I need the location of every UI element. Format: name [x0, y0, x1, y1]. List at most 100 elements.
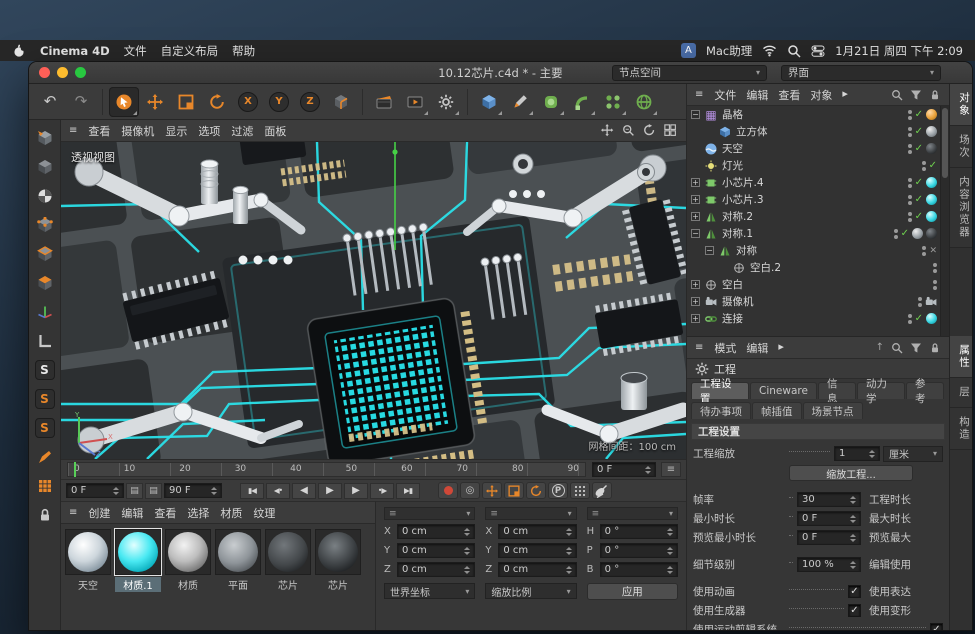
viewport-menu-3[interactable]: 选项 [198, 123, 220, 139]
brush-tool-button[interactable] [32, 444, 58, 469]
tab-待办事项[interactable]: 待办事项 [691, 402, 751, 419]
searchsm-icon[interactable] [891, 342, 903, 354]
material-thumbnail[interactable] [115, 529, 161, 575]
material-item[interactable]: 材质.1 [115, 529, 161, 592]
visibility-dots[interactable] [908, 178, 912, 188]
polygons-mode-button[interactable] [32, 270, 58, 295]
checkbox[interactable]: ✓ [930, 623, 943, 631]
key-pla-toggle[interactable] [570, 482, 590, 499]
value-field[interactable]: 0 F [797, 530, 861, 545]
visibility-dots[interactable] [894, 229, 898, 239]
pan-view-icon[interactable] [601, 124, 615, 138]
coordinate-field[interactable]: 0 cm [397, 524, 475, 539]
visibility-dots[interactable] [908, 144, 912, 154]
visibility-dots[interactable] [922, 161, 926, 171]
object-name[interactable]: 对称.1 [722, 226, 753, 241]
app-menu[interactable]: Cinema 4D [40, 44, 110, 58]
am-menu-1[interactable]: 编辑 [746, 340, 768, 356]
visibility-dots[interactable] [922, 246, 926, 256]
axis-lock-y-toggle[interactable]: Y [264, 87, 294, 117]
snap-modes-button[interactable]: S [32, 386, 58, 411]
expand-toggle[interactable]: + [691, 195, 700, 204]
camera-tag-icon[interactable] [925, 296, 937, 308]
tree-row[interactable]: +灯光✓ [687, 157, 940, 174]
spotlight-search-icon[interactable] [787, 44, 801, 58]
tree-row[interactable]: −▦晶格✓ [687, 106, 940, 123]
next-frame-button[interactable]: ▶ [344, 483, 368, 499]
key-parameter-toggle[interactable]: P [548, 482, 568, 499]
material-tag[interactable] [926, 126, 937, 137]
add-scene-object-button[interactable] [598, 87, 628, 117]
apply-button[interactable]: 应用 [587, 583, 678, 600]
rotate-view-icon[interactable] [643, 124, 657, 138]
texture-mode-button[interactable] [32, 183, 58, 208]
material-item[interactable]: 芯片 [265, 529, 311, 592]
playhead[interactable] [74, 462, 76, 477]
panel-tab-场次[interactable]: 场次 [950, 126, 972, 168]
tree-row[interactable]: +连接✓ [687, 310, 940, 327]
expand-toggle[interactable]: − [691, 229, 700, 238]
menu-item-1[interactable]: 自定义布局 [161, 43, 219, 59]
object-name[interactable]: 天空 [722, 141, 743, 156]
rotate-tool[interactable] [202, 87, 232, 117]
material-item[interactable]: 平面 [215, 529, 261, 592]
close-window-button[interactable] [39, 67, 50, 78]
material-menu-0[interactable]: 创建 [88, 505, 110, 521]
enabled-check-icon[interactable]: ✓ [915, 143, 923, 154]
section-header[interactable]: 工程设置 [691, 423, 945, 440]
enabled-check-icon[interactable]: ✓ [915, 177, 923, 188]
material-tag[interactable] [912, 228, 923, 239]
object-manager-scrollbar[interactable] [940, 106, 949, 336]
tab-场景节点[interactable]: 场景节点 [803, 402, 863, 419]
expand-toggle[interactable]: + [691, 178, 700, 187]
disabled-x-icon[interactable]: ✕ [929, 246, 937, 256]
add-spline-button[interactable] [505, 87, 535, 117]
coordinate-field[interactable]: 0 cm [397, 543, 475, 558]
tab-参考[interactable]: 参考 [906, 382, 944, 399]
add-primitive-button[interactable] [474, 87, 504, 117]
tree-row[interactable]: +立方体✓ [687, 123, 940, 140]
panel-tab-构造[interactable]: 构造 [950, 408, 972, 450]
material-hamburger-icon[interactable]: ≡ [69, 508, 77, 518]
team-render-button[interactable] [592, 482, 612, 499]
material-menu-1[interactable]: 编辑 [121, 505, 143, 521]
visibility-dots[interactable] [908, 110, 912, 120]
prev-frame-button[interactable]: ◀ [292, 483, 316, 499]
add-generator-button[interactable] [536, 87, 566, 117]
object-name[interactable]: 空白 [722, 277, 743, 292]
value-field[interactable]: 1 [834, 446, 880, 461]
toggle-views-icon[interactable] [664, 124, 678, 138]
expand-toggle[interactable]: + [691, 280, 700, 289]
undo-button[interactable]: ↶ [35, 87, 65, 117]
upar-icon[interactable]: ↑ [876, 343, 884, 353]
quantize-button[interactable]: S [32, 415, 58, 440]
visibility-dots[interactable] [908, 314, 912, 324]
om-menu-2[interactable]: 查看 [778, 87, 800, 103]
redo-button[interactable]: ↷ [66, 87, 96, 117]
object-name[interactable]: 灯光 [722, 158, 743, 173]
model-mode-button[interactable] [32, 154, 58, 179]
live-selection-tool[interactable] [109, 87, 139, 117]
material-thumbnail[interactable] [265, 529, 311, 575]
goto-start-button[interactable]: ▮◀ [240, 483, 264, 499]
material-tag[interactable] [926, 228, 937, 239]
material-tag[interactable] [926, 177, 937, 188]
material-tag[interactable] [926, 313, 937, 324]
viewport-menu-4[interactable]: 过滤 [231, 123, 253, 139]
panel-tab-层[interactable]: 层 [950, 378, 972, 408]
expand-toggle[interactable]: + [691, 297, 700, 306]
lockm-icon[interactable] [929, 89, 941, 101]
autokey-button[interactable]: ◎ [460, 482, 480, 499]
coordinate-field[interactable]: 0 cm [498, 543, 576, 558]
tree-row[interactable]: +小芯片.3✓ [687, 191, 940, 208]
expand-toggle[interactable]: + [691, 212, 700, 221]
array-tool-button[interactable] [32, 473, 58, 498]
record-keyframe-button[interactable] [438, 482, 458, 499]
material-tag[interactable] [926, 109, 937, 120]
coordinate-group-header[interactable]: ≡▾ [485, 507, 576, 520]
value-field[interactable]: 30 [797, 492, 861, 507]
lock-button[interactable] [32, 502, 58, 527]
node-space-dropdown[interactable]: 节点空间▾ [612, 65, 767, 81]
tree-row[interactable]: +摄像机 [687, 293, 940, 310]
enabled-check-icon[interactable]: ✓ [901, 228, 909, 239]
